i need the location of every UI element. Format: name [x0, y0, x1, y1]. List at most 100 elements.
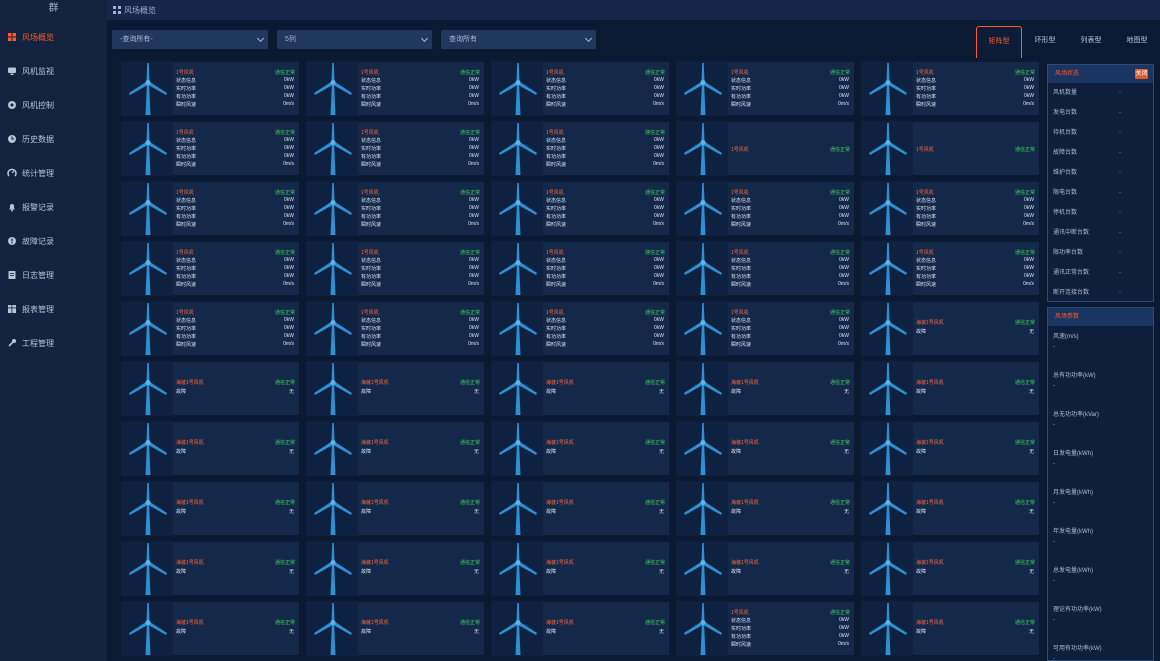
metric-value: 0kW — [654, 213, 664, 219]
turbine-card[interactable]: 1号风机 通信正常 状态信息 0kW 实时功率 0kW 有功功率 0kW 瞬时风速 0m/s — [676, 61, 855, 116]
turbine-name: 1号风机 — [731, 310, 749, 316]
sidebar-item-fault[interactable]: 故障记录 — [0, 224, 107, 258]
fault-label: 故障 — [916, 629, 927, 635]
turbine-card[interactable]: 1号风机 通信正常 状态信息 0kW 实时功率 0kW 有功功率 0kW 瞬时风速 0m/s — [121, 61, 300, 116]
metric-value: 0kW — [654, 325, 664, 331]
turbine-card[interactable]: 海装1号风机 通信正常 故障 无 — [306, 481, 485, 536]
turbine-card[interactable]: 海装1号风机 通信正常 故障 无 — [491, 541, 670, 596]
turbine-card[interactable]: 海装1号风机 通信正常 故障 无 — [861, 361, 1040, 416]
metric-label: 实时功率 — [176, 266, 197, 272]
metric-row: 状态信息 0kW — [916, 77, 1034, 84]
turbine-card[interactable]: 海装1号风机 通信正常 故障 无 — [306, 601, 485, 656]
turbine-card[interactable]: 1号风机 通信正常 状态信息 0kW 实时功率 0kW 有功功率 0kW 瞬时风速 0m/s — [491, 181, 670, 236]
turbine-card[interactable]: 1号风机 通信正常 — [676, 121, 855, 176]
turbine-card[interactable]: 1号风机 通信正常 状态信息 0kW 实时功率 0kW 有功功率 0kW 瞬时风速 0m/s — [306, 61, 485, 116]
turbine-card[interactable]: 1号风机 通信正常 状态信息 0kW 实时功率 0kW 有功功率 0kW 瞬时风速 0m/s — [861, 181, 1040, 236]
sidebar-item-label: 统计管理 — [22, 168, 54, 178]
turbine-name: 1号风机 — [361, 130, 379, 136]
turbine-card[interactable]: 1号风机 通信正常 状态信息 0kW 实时功率 0kW 有功功率 0kW 瞬时风速 0m/s — [861, 241, 1040, 296]
turbine-info: 海装1号风机 通信正常 故障 无 — [913, 362, 1039, 415]
area-select[interactable]: -查询所有- — [112, 30, 268, 49]
sidebar-item-report[interactable]: 报表管理 — [0, 292, 107, 326]
turbine-card[interactable]: 海装1号风机 通信正常 故障 无 — [491, 361, 670, 416]
turbine-card[interactable]: 海装1号风机 通信正常 故障 无 — [676, 481, 855, 536]
fault-label: 故障 — [731, 569, 742, 575]
turbine-card[interactable]: 1号风机 通信正常 — [861, 121, 1040, 176]
turbine-card[interactable]: 海装1号风机 通信正常 故障 无 — [676, 361, 855, 416]
turbine-card[interactable]: 海装1号风机 通信正常 故障 无 — [121, 481, 300, 536]
sidebar-item-grid[interactable]: 风场概览 — [0, 20, 107, 54]
turbine-card[interactable]: 海装1号风机 通信正常 故障 无 — [306, 421, 485, 476]
sidebar-item-bell[interactable]: 报警记录 — [0, 190, 107, 224]
turbine-card[interactable]: 1号风机 通信正常 状态信息 0kW 实时功率 0kW 有功功率 0kW 瞬时风速 0m/s — [306, 121, 485, 176]
sidebar-item-log[interactable]: 日志管理 — [0, 258, 107, 292]
turbine-card[interactable]: 1号风机 通信正常 状态信息 0kW 实时功率 0kW 有功功率 0kW 瞬时风速 0m/s — [491, 61, 670, 116]
turbine-card[interactable]: 1号风机 通信正常 状态信息 0kW 实时功率 0kW 有功功率 0kW 瞬时风速 0m/s — [121, 301, 300, 356]
metric-value: 0m/s — [468, 161, 479, 167]
sidebar-item-label: 日志管理 — [22, 270, 54, 280]
sidebar-item-history[interactable]: 历史数据 — [0, 122, 107, 156]
turbine-card[interactable]: 海装1号风机 通信正常 故障 无 — [306, 361, 485, 416]
farm-status-label: 通讯中断台数 — [1053, 230, 1090, 236]
turbine-card[interactable]: 1号风机 通信正常 状态信息 0kW 实时功率 0kW 有功功率 0kW 瞬时风速 0m/s — [306, 301, 485, 356]
sidebar-item-label: 故障记录 — [22, 236, 54, 246]
turbine-card[interactable]: 海装1号风机 通信正常 故障 无 — [676, 541, 855, 596]
turbine-card[interactable]: 海装1号风机 通信正常 故障 无 — [491, 421, 670, 476]
farm-status-row: 待机台数 - — [1048, 123, 1153, 143]
turbine-card[interactable]: 海装1号风机 通信正常 故障 无 — [861, 601, 1040, 656]
sidebar-item-control[interactable]: 风机控制 — [0, 88, 107, 122]
turbine-card[interactable]: 海装1号风机 通信正常 故障 无 — [861, 541, 1040, 596]
turbine-name: 海装1号风机 — [176, 620, 204, 626]
turbine-card[interactable]: 1号风机 通信正常 状态信息 0kW 实时功率 0kW 有功功率 0kW 瞬时风速 0m/s — [121, 241, 300, 296]
metric-label: 实时功率 — [176, 86, 197, 92]
turbine-card[interactable]: 1号风机 通信正常 状态信息 0kW 实时功率 0kW 有功功率 0kW 瞬时风速 0m/s — [306, 241, 485, 296]
turbine-card[interactable]: 1号风机 通信正常 状态信息 0kW 实时功率 0kW 有功功率 0kW 瞬时风速 0m/s — [861, 61, 1040, 116]
sidebar-item-wrench[interactable]: 工程管理 — [0, 326, 107, 360]
status-badge: 通信正常 — [274, 620, 295, 626]
status-badge: 通信正常 — [644, 70, 665, 76]
fault-value: 无 — [658, 569, 664, 575]
turbine-card[interactable]: 1号风机 通信正常 状态信息 0kW 实时功率 0kW 有功功率 0kW 瞬时风速 0m/s — [121, 121, 300, 176]
turbine-card[interactable]: 1号风机 通信正常 状态信息 0kW 实时功率 0kW 有功功率 0kW 瞬时风速 0m/s — [676, 241, 855, 296]
status-select[interactable]: 查询所有 — [441, 30, 596, 49]
wind-turbine-icon — [495, 62, 541, 116]
sidebar-item-label: 风机监视 — [22, 66, 54, 76]
sidebar-item-monitor[interactable]: 风机监视 — [0, 54, 107, 88]
turbine-card[interactable]: 海装1号风机 通信正常 故障 无 — [306, 541, 485, 596]
turbine-card[interactable]: 1号风机 通信正常 状态信息 0kW 实时功率 0kW 有功功率 0kW 瞬时风速 0m/s — [121, 181, 300, 236]
turbine-card[interactable]: 海装1号风机 通信正常 故障 无 — [861, 301, 1040, 356]
tab-view-2[interactable]: 环形型 — [1022, 26, 1068, 58]
tab-view-4[interactable]: 地图型 — [1114, 26, 1160, 58]
turbine-card[interactable]: 海装1号风机 通信正常 故障 无 — [121, 541, 300, 596]
sidebar-item-stats[interactable]: 统计管理 — [0, 156, 107, 190]
tab-view-1[interactable]: 矩阵型 — [976, 26, 1022, 58]
metric-row: 有功功率 0kW — [546, 213, 664, 220]
tab-view-3[interactable]: 列表型 — [1068, 26, 1114, 58]
turbine-card[interactable]: 海装1号风机 通信正常 故障 无 — [491, 601, 670, 656]
turbine-card[interactable]: 1号风机 通信正常 状态信息 0kW 实时功率 0kW 有功功率 0kW 瞬时风速 0m/s — [491, 301, 670, 356]
turbine-card[interactable]: 海装1号风机 通信正常 故障 无 — [861, 421, 1040, 476]
turbine-card[interactable]: 1号风机 通信正常 状态信息 0kW 实时功率 0kW 有功功率 0kW 瞬时风速 0m/s — [491, 241, 670, 296]
columns-select[interactable]: 5列 — [277, 30, 432, 49]
metric-row: 有功功率 0kW — [916, 273, 1034, 280]
turbine-card[interactable]: 1号风机 通信正常 状态信息 0kW 实时功率 0kW 有功功率 0kW 瞬时风速 0m/s — [306, 181, 485, 236]
metric-label: 有功功率 — [546, 154, 567, 160]
turbine-card[interactable]: 1号风机 通信正常 状态信息 0kW 实时功率 0kW 有功功率 0kW 瞬时风速 0m/s — [491, 121, 670, 176]
turbine-card[interactable]: 1号风机 通信正常 状态信息 0kW 实时功率 0kW 有功功率 0kW 瞬时风速 0m/s — [676, 181, 855, 236]
turbine-card[interactable]: 海装1号风机 通信正常 故障 无 — [121, 421, 300, 476]
metric-label: 有功功率 — [731, 274, 752, 280]
turbine-card[interactable]: 1号风机 通信正常 状态信息 0kW 实时功率 0kW 有功功率 0kW 瞬时风速 0m/s — [676, 301, 855, 356]
turbine-card[interactable]: 海装1号风机 通信正常 故障 无 — [491, 481, 670, 536]
turbine-card[interactable]: 海装1号风机 通信正常 故障 无 — [676, 421, 855, 476]
metric-row: 瞬时风速 0m/s — [361, 161, 479, 168]
turbine-card[interactable]: 1号风机 通信正常 状态信息 0kW 实时功率 0kW 有功功率 0kW 瞬时风速 0m/s — [676, 601, 855, 656]
turbine-card[interactable]: 海装1号风机 通信正常 故障 无 — [121, 361, 300, 416]
turbine-card[interactable]: 海装1号风机 通信正常 故障 无 — [121, 601, 300, 656]
metric-row: 状态信息 0kW — [546, 137, 664, 144]
close-button[interactable]: 关闭 — [1135, 69, 1148, 79]
turbine-card[interactable]: 海装1号风机 通信正常 故障 无 — [861, 481, 1040, 536]
metric-label: 状态信息 — [176, 138, 197, 144]
metric-row: 实时功率 0kW — [546, 85, 664, 92]
turbine-info: 海装1号风机 通信正常 故障 无 — [173, 362, 299, 415]
status-badge: 通信正常 — [1014, 250, 1035, 256]
